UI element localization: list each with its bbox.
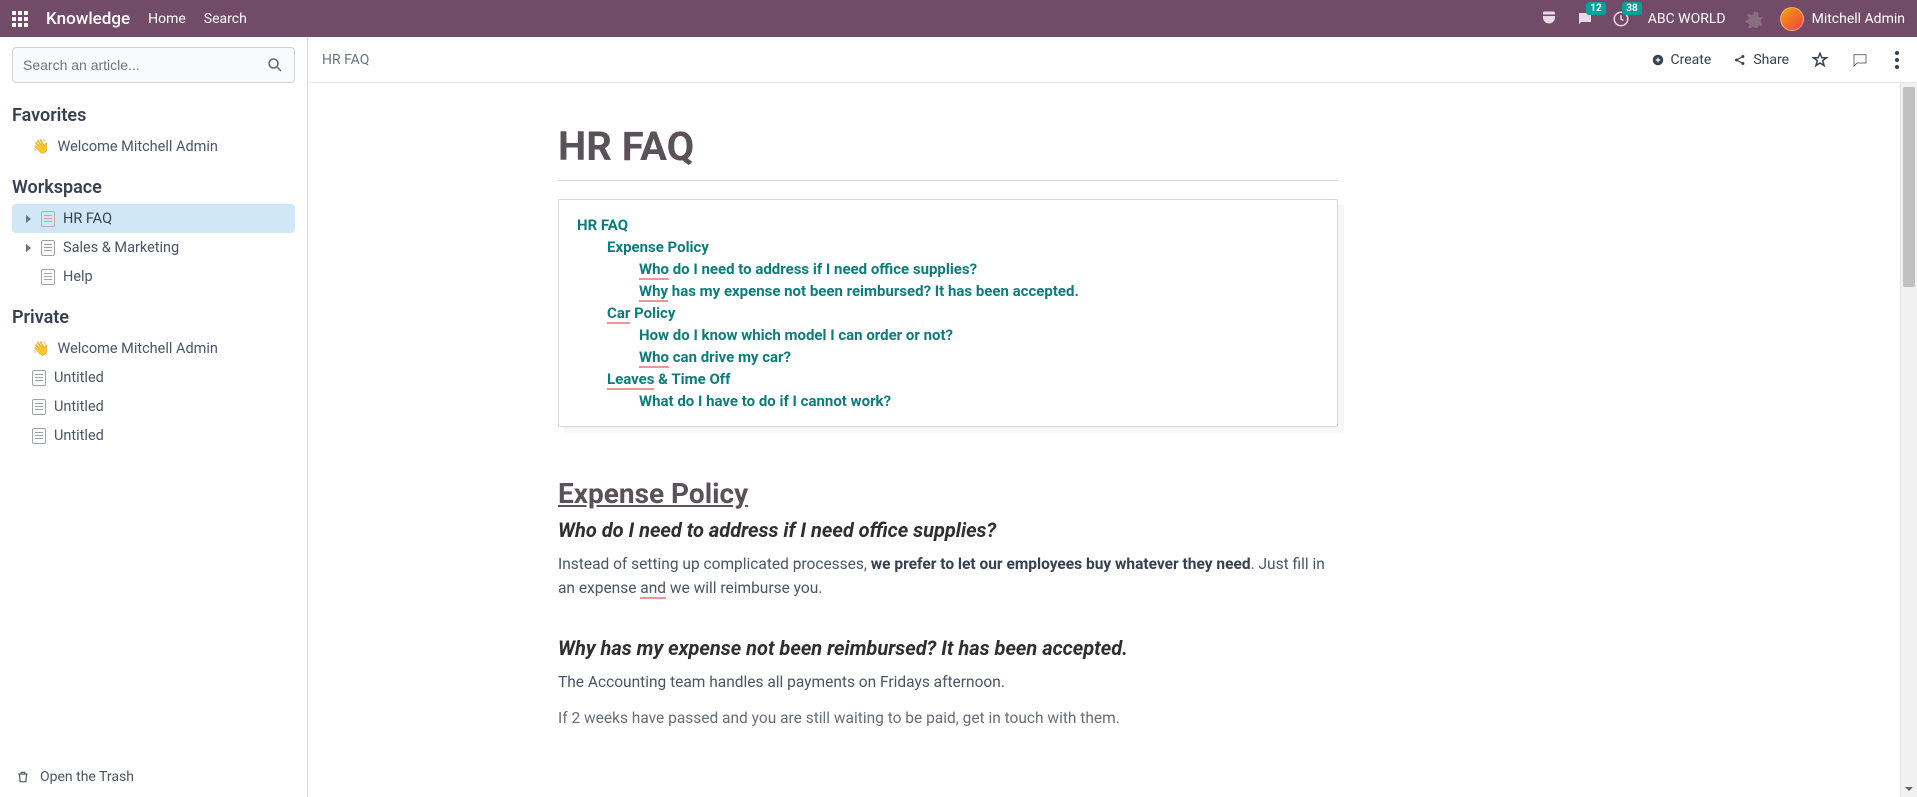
toc-link[interactable]: Car Policy	[607, 304, 675, 324]
nav-home[interactable]: Home	[148, 11, 186, 27]
sidebar-item-label: Untitled	[54, 369, 104, 386]
toc-link[interactable]: What do I have to do if I cannot work?	[639, 392, 891, 410]
activities-badge: 38	[1622, 2, 1641, 15]
question-heading[interactable]: Why has my expense not been reimbursed? …	[558, 636, 1338, 660]
user-menu[interactable]: Mitchell Admin	[1780, 7, 1905, 31]
favorites-heading: Favorites	[12, 105, 295, 126]
search-icon	[266, 56, 284, 74]
plus-circle-icon	[1651, 53, 1665, 67]
sidebar-item-welcome-fav[interactable]: 👋 Welcome Mitchell Admin	[12, 132, 295, 161]
trash-icon	[16, 770, 30, 784]
main-area: HR FAQ Create Share HR FAQ HR FAQ	[308, 37, 1917, 797]
toc-link[interactable]: Who do I need to address if I need offic…	[639, 260, 977, 280]
article-toolbar: HR FAQ Create Share	[308, 37, 1917, 83]
scroll-thumb[interactable]	[1903, 87, 1915, 287]
sidebar-item-label: Welcome Mitchell Admin	[57, 340, 217, 357]
create-button[interactable]: Create	[1651, 52, 1712, 68]
doc-icon	[41, 269, 55, 285]
nav-search[interactable]: Search	[204, 11, 247, 27]
toc-link[interactable]: Expense Policy	[607, 238, 709, 256]
user-name: Mitchell Admin	[1812, 11, 1905, 27]
article-title[interactable]: HR FAQ	[558, 123, 1338, 181]
paragraph[interactable]: If 2 weeks have passed and you are still…	[558, 706, 1338, 730]
scrollbar[interactable]	[1900, 83, 1917, 797]
sidebar-item-label: Untitled	[54, 427, 104, 444]
search-input[interactable]	[23, 57, 266, 73]
top-navbar: Knowledge Home Search 12 38 ABC WORLD Mi…	[0, 0, 1917, 37]
private-heading: Private	[12, 307, 295, 328]
more-menu[interactable]	[1891, 47, 1903, 73]
wave-icon: 👋	[32, 341, 49, 357]
sidebar-item-label: Sales & Marketing	[63, 239, 179, 256]
sidebar-item-untitled[interactable]: Untitled	[12, 363, 295, 392]
sidebar-item-untitled[interactable]: Untitled	[12, 392, 295, 421]
avatar	[1780, 7, 1804, 31]
toc-link[interactable]: Why has my expense not been reimbursed? …	[639, 282, 1079, 302]
section-heading-expense[interactable]: Expense Policy	[558, 477, 1338, 510]
table-of-contents: HR FAQ Expense Policy Who do I need to a…	[558, 199, 1338, 427]
apps-icon[interactable]	[12, 11, 28, 27]
question-heading[interactable]: Who do I need to address if I need offic…	[558, 518, 1338, 542]
star-icon[interactable]	[1811, 51, 1829, 69]
caret-icon[interactable]	[26, 244, 31, 252]
doc-icon	[32, 428, 46, 444]
messages-badge: 12	[1586, 2, 1605, 15]
paragraph[interactable]: The Accounting team handles all payments…	[558, 670, 1338, 694]
sidebar-item-help[interactable]: Help	[12, 262, 295, 291]
toc-link[interactable]: How do I know which model I can order or…	[639, 326, 953, 344]
sidebar-item-untitled[interactable]: Untitled	[12, 421, 295, 450]
doc-icon	[32, 370, 46, 386]
company-switcher[interactable]: ABC WORLD	[1648, 11, 1726, 27]
share-button[interactable]: Share	[1733, 52, 1789, 68]
app-brand[interactable]: Knowledge	[46, 9, 130, 29]
paragraph[interactable]: Instead of setting up complicated proces…	[558, 552, 1338, 600]
doc-icon	[32, 399, 46, 415]
chat-icon[interactable]	[1851, 51, 1869, 69]
debug-icon[interactable]	[1744, 10, 1762, 28]
doc-icon	[41, 240, 55, 256]
sidebar-item-label: HR FAQ	[63, 210, 112, 227]
scroll-down-icon[interactable]	[1901, 780, 1917, 797]
breadcrumb[interactable]: HR FAQ	[322, 52, 369, 68]
toc-link[interactable]: HR FAQ	[577, 216, 628, 234]
open-trash[interactable]: Open the Trash	[0, 756, 307, 797]
share-icon	[1733, 53, 1747, 67]
doc-icon	[41, 211, 55, 227]
article-body: HR FAQ HR FAQ Expense Policy Who do I ne…	[538, 83, 1358, 797]
wave-icon: 👋	[32, 139, 49, 155]
phone-icon[interactable]	[1540, 10, 1558, 28]
trash-label: Open the Trash	[40, 769, 134, 785]
sidebar: Favorites 👋 Welcome Mitchell Admin Works…	[0, 37, 308, 797]
search-box[interactable]	[12, 47, 295, 83]
activities-icon[interactable]: 38	[1612, 10, 1630, 28]
sidebar-item-label: Untitled	[54, 398, 104, 415]
toc-link[interactable]: Leaves & Time Off	[607, 370, 731, 390]
sidebar-item-label: Help	[63, 268, 93, 285]
sidebar-item-label: Welcome Mitchell Admin	[57, 138, 217, 155]
sidebar-item-hr-faq[interactable]: HR FAQ	[12, 204, 295, 233]
caret-icon[interactable]	[26, 215, 31, 223]
messages-icon[interactable]: 12	[1576, 10, 1594, 28]
article-scroll[interactable]: HR FAQ HR FAQ Expense Policy Who do I ne…	[308, 83, 1917, 797]
toc-link[interactable]: Who can drive my car?	[639, 348, 791, 368]
sidebar-item-welcome-private[interactable]: 👋 Welcome Mitchell Admin	[12, 334, 295, 363]
sidebar-item-sales-marketing[interactable]: Sales & Marketing	[12, 233, 295, 262]
workspace-heading: Workspace	[12, 177, 295, 198]
